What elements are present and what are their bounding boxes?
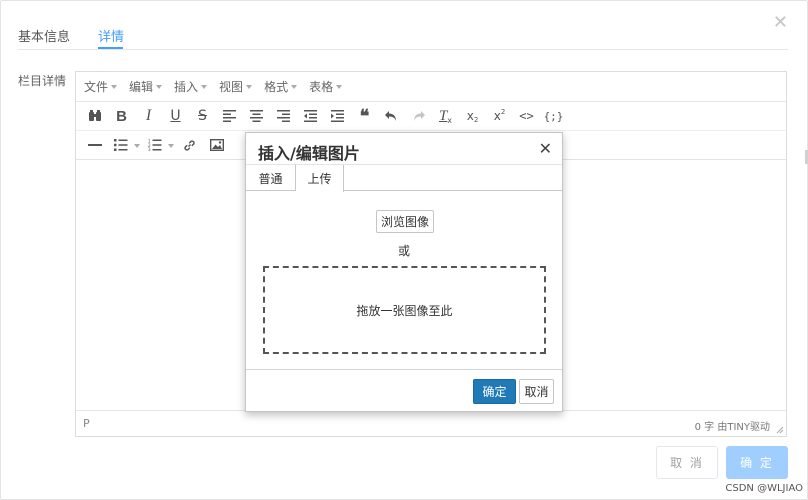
find-replace-icon[interactable] (81, 103, 108, 129)
menu-view-label: 视图 (219, 80, 244, 94)
caret-down-icon (156, 84, 163, 89)
align-left-icon[interactable] (216, 103, 243, 129)
dropzone-label: 拖放一张图像至此 (356, 303, 453, 318)
modal-header: 插入/编辑图片 ✕ (246, 133, 562, 165)
editor-menubar: 文件 编辑 插入 视图 格式 表格 (76, 72, 786, 102)
element-path[interactable]: P (83, 417, 90, 430)
caret-down-icon (291, 84, 298, 89)
browse-image-button[interactable]: 浏览图像 (376, 210, 434, 233)
image-dropzone[interactable]: 拖放一张图像至此 (263, 266, 546, 354)
modal-tab-bar: 普通 上传 (246, 165, 562, 192)
numbered-list-icon[interactable]: 123 (142, 132, 176, 158)
menu-view[interactable]: 视图 (219, 78, 253, 95)
undo-icon[interactable] (378, 103, 405, 129)
horizontal-rule-icon[interactable] (81, 132, 108, 158)
editor-statusbar: P 0 字 由TINY驱动 (76, 410, 786, 436)
menu-table-label: 表格 (309, 80, 334, 94)
code-sample-icon[interactable]: {;} (540, 103, 567, 129)
menu-file-label: 文件 (84, 80, 109, 94)
or-separator: 或 (397, 244, 410, 258)
tab-upload[interactable]: 上传 (296, 165, 344, 192)
modal-title: 插入/编辑图片 (258, 144, 360, 163)
resize-handle-icon[interactable] (776, 426, 784, 434)
caret-down-icon (246, 84, 253, 89)
tab-bar: 基本信息 详情 (18, 0, 788, 50)
active-tab-indicator (98, 47, 123, 49)
caret-down-icon (336, 84, 343, 89)
menu-format-label: 格式 (264, 80, 289, 94)
caret-down-icon (201, 84, 208, 89)
strikethrough-icon[interactable]: S (189, 103, 216, 129)
blockquote-icon[interactable]: ❝ (351, 103, 378, 129)
confirm-button[interactable]: 确 定 (726, 446, 788, 479)
bullet-list-icon[interactable] (108, 132, 142, 158)
clear-format-icon[interactable]: Tx (432, 103, 459, 129)
editor-toolbar-row-1: B I U S ❝ Tx x2 x2 <> {;} (76, 102, 786, 131)
word-count: 0 字 由TINY驱动 (694, 422, 770, 433)
underline-icon[interactable]: U (162, 103, 189, 129)
menu-edit-label: 编辑 (129, 80, 154, 94)
menu-edit[interactable]: 编辑 (129, 78, 163, 95)
tab-general[interactable]: 普通 (246, 165, 296, 191)
modal-cancel-button[interactable]: 取消 (519, 379, 554, 404)
indent-icon[interactable] (324, 103, 351, 129)
subscript-icon[interactable]: x2 (459, 103, 486, 129)
watermark: CSDN @WLJIAO (725, 483, 803, 494)
bold-icon[interactable]: B (108, 103, 135, 129)
menu-table[interactable]: 表格 (309, 78, 343, 95)
image-icon[interactable] (203, 132, 230, 158)
tab-details[interactable]: 详情 (98, 26, 124, 45)
svg-text:3: 3 (148, 147, 151, 151)
menu-format[interactable]: 格式 (264, 78, 298, 95)
italic-icon[interactable]: I (135, 103, 162, 129)
code-icon[interactable]: <> (513, 103, 540, 129)
caret-down-icon (111, 84, 118, 89)
redo-icon[interactable] (405, 103, 432, 129)
menu-insert-label: 插入 (174, 80, 199, 94)
tab-basic-info[interactable]: 基本信息 (18, 26, 70, 45)
outdent-icon[interactable] (297, 103, 324, 129)
insert-image-modal: 插入/编辑图片 ✕ 普通 上传 浏览图像 或 拖放一张图像至此 确定 取消 (245, 132, 563, 412)
align-right-icon[interactable] (270, 103, 297, 129)
modal-footer: 确定 取消 (246, 369, 562, 411)
field-label-column-details: 栏目详情 (18, 74, 67, 88)
menu-file[interactable]: 文件 (84, 78, 118, 95)
link-icon[interactable] (176, 132, 203, 158)
modal-ok-button[interactable]: 确定 (473, 379, 516, 404)
align-center-icon[interactable] (243, 103, 270, 129)
menu-insert[interactable]: 插入 (174, 78, 208, 95)
superscript-icon[interactable]: x2 (486, 103, 513, 129)
cancel-button[interactable]: 取 消 (656, 446, 718, 479)
close-icon[interactable]: ✕ (539, 139, 552, 158)
